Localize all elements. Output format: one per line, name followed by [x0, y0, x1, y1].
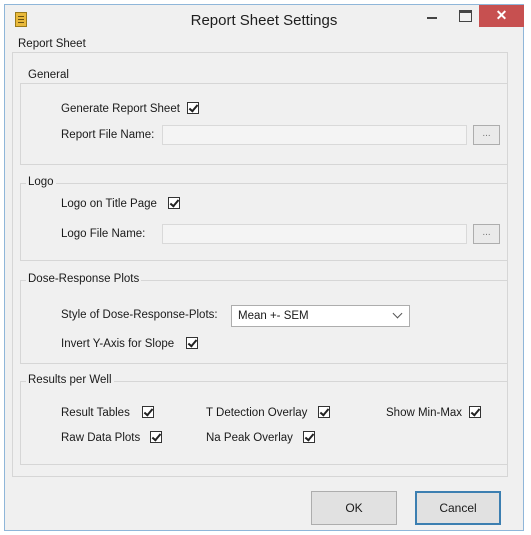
logo-group	[20, 183, 508, 261]
report-file-name-field[interactable]	[162, 125, 467, 145]
generate-report-label: Generate Report Sheet	[61, 103, 180, 115]
ok-button[interactable]: OK	[311, 491, 397, 525]
raw-data-plots-checkbox[interactable]	[150, 431, 162, 443]
close-button[interactable]: ✕	[479, 5, 524, 27]
cancel-button[interactable]: Cancel	[415, 491, 501, 525]
show-min-max-label: Show Min-Max	[386, 407, 463, 419]
raw-data-plots-label: Raw Data Plots	[61, 432, 141, 444]
plot-style-value: Mean +- SEM	[238, 310, 309, 322]
minimize-button[interactable]	[417, 5, 447, 27]
report-sheet-legend: Report Sheet	[16, 38, 88, 50]
report-file-name-label: Report File Name:	[61, 129, 155, 141]
title-bar[interactable]: Report Sheet Settings ✕	[5, 5, 524, 35]
dose-response-legend: Dose-Response Plots	[26, 273, 142, 285]
logo-file-name-label: Logo File Name:	[61, 228, 146, 240]
invert-y-axis-label: Invert Y-Axis for Slope	[61, 338, 175, 350]
t-detection-checkbox[interactable]	[318, 406, 330, 418]
close-icon: ✕	[495, 7, 508, 23]
plot-style-dropdown[interactable]: Mean +- SEM	[231, 305, 410, 327]
show-min-max-checkbox[interactable]	[469, 406, 481, 418]
na-peak-label: Na Peak Overlay	[206, 432, 293, 444]
logo-legend: Logo	[26, 176, 56, 188]
na-peak-checkbox[interactable]	[303, 431, 315, 443]
maximize-button[interactable]	[450, 5, 480, 27]
generate-report-checkbox[interactable]	[187, 102, 199, 114]
results-group	[20, 381, 508, 465]
report-file-browse-button[interactable]: ...	[473, 125, 500, 145]
chevron-down-icon	[392, 308, 403, 319]
general-legend: General	[26, 69, 71, 81]
logo-on-title-label: Logo on Title Page	[61, 198, 157, 210]
t-detection-label: T Detection Overlay	[206, 407, 308, 419]
logo-on-title-checkbox[interactable]	[168, 197, 180, 209]
result-tables-checkbox[interactable]	[142, 406, 154, 418]
general-group	[20, 83, 508, 165]
plot-style-label: Style of Dose-Response-Plots:	[61, 309, 218, 321]
dialog-separator	[12, 476, 508, 477]
logo-file-name-field[interactable]	[162, 224, 467, 244]
invert-y-axis-checkbox[interactable]	[186, 337, 198, 349]
logo-file-browse-button[interactable]: ...	[473, 224, 500, 244]
results-legend: Results per Well	[26, 374, 114, 386]
result-tables-label: Result Tables	[61, 407, 130, 419]
